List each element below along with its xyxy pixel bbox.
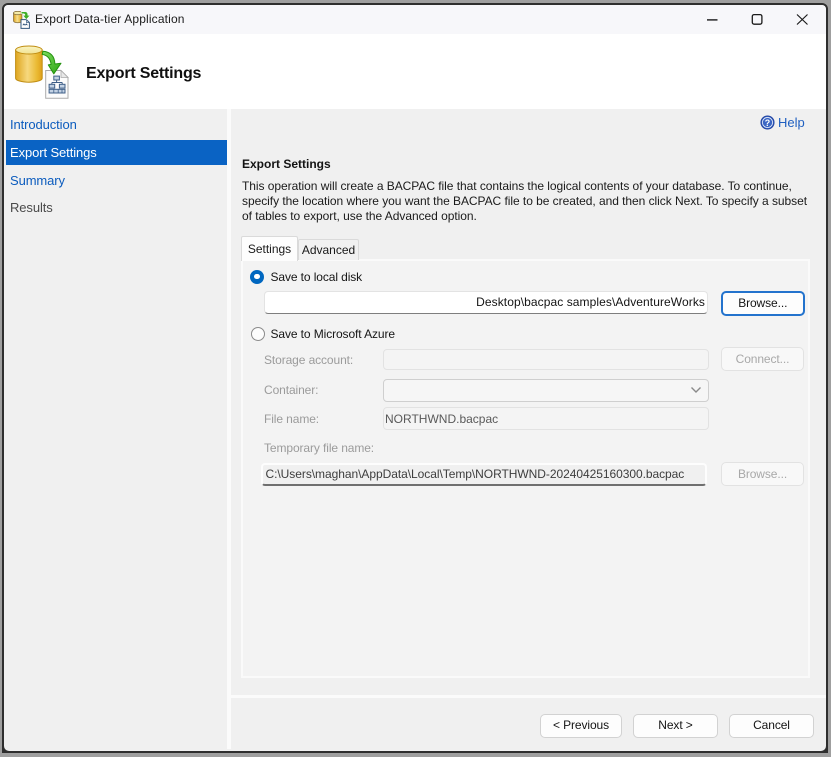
svg-text:?: ? — [765, 117, 770, 127]
